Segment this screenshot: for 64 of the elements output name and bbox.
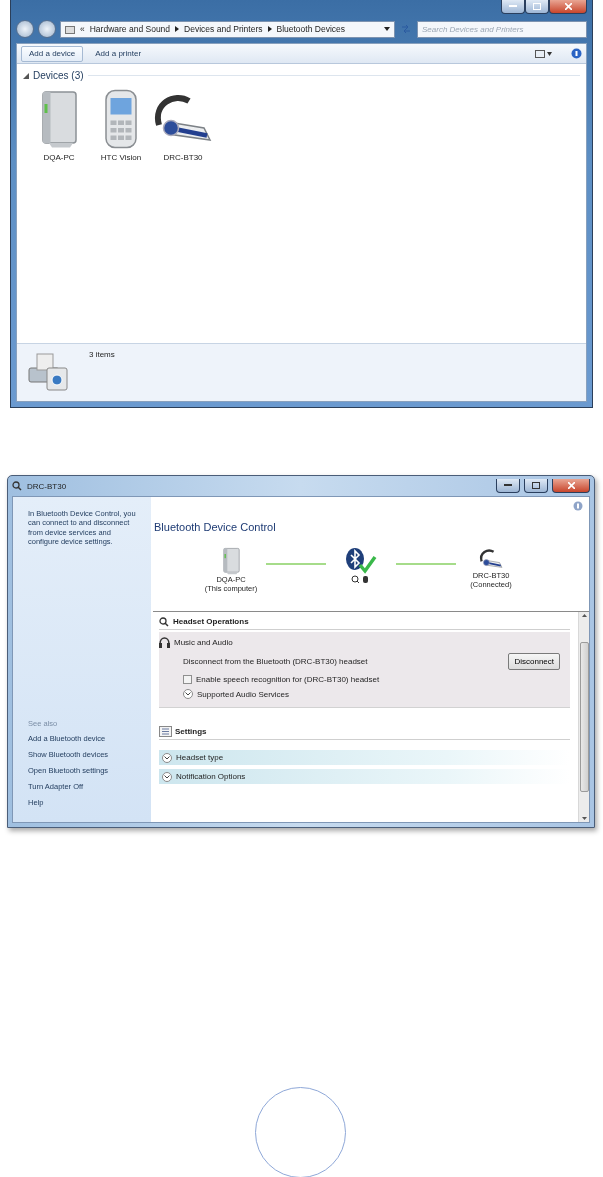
scroll-down-icon bbox=[581, 817, 587, 820]
close-icon bbox=[564, 3, 572, 10]
chevron-down-icon bbox=[185, 692, 191, 696]
device-label[interactable]: HTC Vision bbox=[100, 153, 142, 162]
action-text: Disconnect from the Bluetooth (DRC-BT30) headset bbox=[183, 657, 368, 666]
mobile-phone-icon bbox=[103, 89, 139, 149]
maximize-icon bbox=[532, 482, 540, 489]
chevron-down-icon bbox=[164, 774, 170, 779]
group-header: Devices (3) bbox=[33, 70, 84, 81]
minimize-button[interactable] bbox=[496, 479, 520, 493]
scroll-up-icon bbox=[581, 614, 587, 617]
service-icons bbox=[351, 575, 371, 584]
back-button[interactable] bbox=[16, 20, 34, 38]
search-field[interactable]: Search Devices and Printers bbox=[417, 20, 587, 38]
arrow-right-icon bbox=[175, 26, 180, 32]
window-title: DRC-BT30 bbox=[27, 481, 68, 491]
close-button[interactable] bbox=[549, 0, 587, 14]
section-label: Notification Options bbox=[176, 772, 246, 781]
settings-list-icon bbox=[159, 726, 172, 737]
headset-icon bbox=[477, 547, 505, 571]
breadcrumb-item[interactable]: Bluetooth Devices bbox=[276, 24, 345, 34]
breadcrumb-item[interactable]: Hardware and Sound bbox=[89, 24, 171, 34]
forward-button[interactable] bbox=[38, 20, 56, 38]
toolbar-button[interactable]: Add a device bbox=[21, 45, 84, 62]
close-button[interactable] bbox=[552, 479, 590, 493]
section-title: Headset Operations bbox=[173, 617, 249, 626]
device-label[interactable]: DRC-BT30 bbox=[163, 153, 203, 162]
address-bar[interactable]: « Hardware and Sound Devices and Printers Bluetooth Devices bbox=[60, 20, 395, 38]
section-label: Headset type bbox=[176, 753, 224, 762]
maximize-button[interactable] bbox=[525, 0, 549, 14]
toolbar-button[interactable]: Add a printer bbox=[87, 45, 150, 62]
expand-button[interactable] bbox=[162, 752, 172, 763]
expander-label: Supported Audio Services bbox=[197, 689, 290, 699]
help-icon[interactable] bbox=[571, 48, 582, 59]
maximize-icon bbox=[533, 3, 541, 10]
page-heading: Bluetooth Device Control bbox=[154, 521, 277, 533]
expand-button[interactable] bbox=[162, 771, 172, 782]
headset-search-icon bbox=[12, 481, 23, 491]
minimize-icon bbox=[504, 484, 512, 487]
folder-icon bbox=[65, 24, 75, 34]
service-title: Music and Audio bbox=[174, 637, 233, 647]
headset-search-icon bbox=[159, 616, 170, 627]
maximize-button[interactable] bbox=[524, 479, 548, 493]
scroll-thumb[interactable] bbox=[579, 642, 589, 792]
computer-tower-icon bbox=[220, 547, 242, 575]
checkbox-label: Enable speech recognition for (DRC-BT30) headset bbox=[196, 675, 380, 684]
disconnect-button[interactable]: Disconnect bbox=[508, 653, 560, 670]
expand-button[interactable] bbox=[183, 689, 193, 699]
headphones-icon bbox=[159, 636, 170, 648]
close-icon bbox=[567, 482, 575, 489]
section-title: Settings bbox=[175, 727, 207, 736]
chevron-down-icon bbox=[164, 755, 170, 760]
overflow-chevron: « bbox=[80, 24, 85, 34]
device-label[interactable]: DQA-PC bbox=[43, 153, 75, 162]
arrow-right-icon bbox=[267, 26, 272, 32]
status-text: 3 items bbox=[89, 350, 115, 361]
collapse-triangle-icon[interactable] bbox=[23, 72, 29, 79]
view-options-icon[interactable] bbox=[535, 49, 553, 58]
dropdown-icon bbox=[384, 27, 390, 31]
checkbox[interactable] bbox=[183, 675, 192, 684]
minimize-button[interactable] bbox=[501, 0, 525, 14]
breadcrumb-item[interactable]: Devices and Printers bbox=[184, 24, 263, 34]
minimize-icon bbox=[509, 5, 517, 8]
bluetooth-check-icon bbox=[344, 547, 378, 575]
